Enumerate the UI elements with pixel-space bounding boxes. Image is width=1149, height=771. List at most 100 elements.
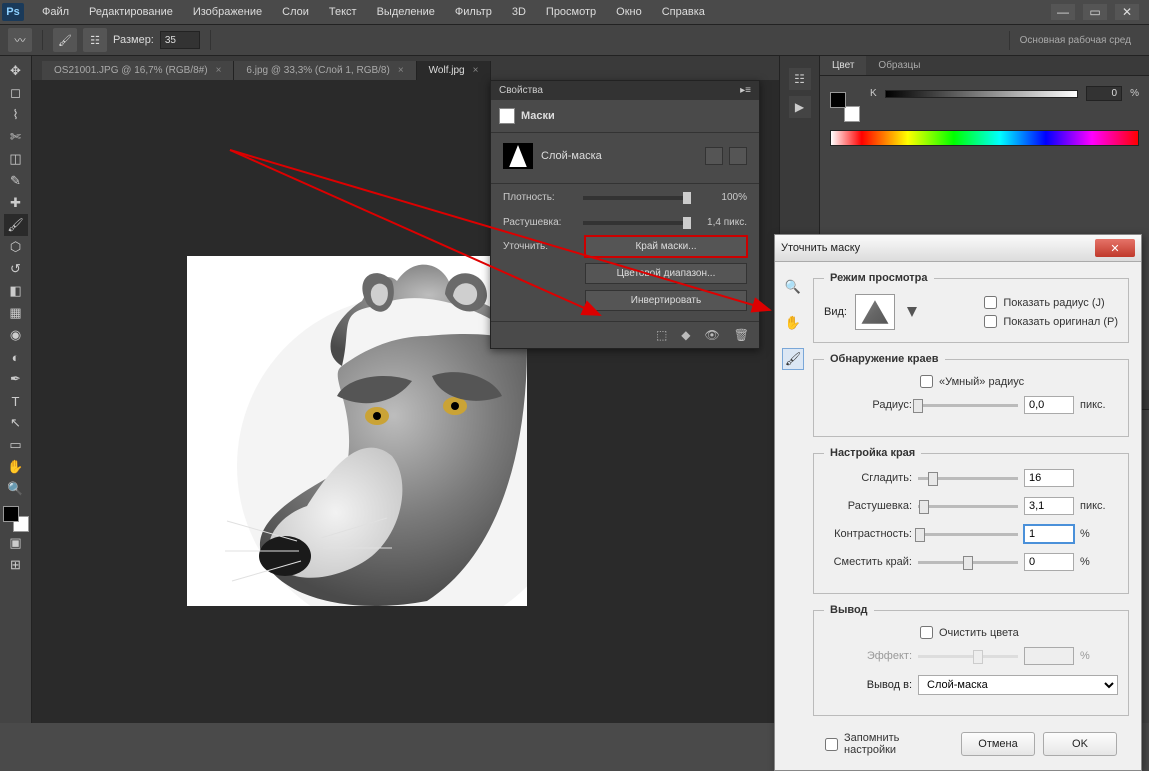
lasso-tool[interactable]: ⌇ [4, 104, 28, 126]
brush-tool[interactable]: 🖌 [4, 214, 28, 236]
output-select[interactable]: Слой-маска [918, 675, 1118, 695]
properties-header[interactable]: Свойства ▸≡ [491, 81, 759, 100]
panel-bg-swatch[interactable] [844, 106, 860, 122]
radius-slider[interactable] [918, 404, 1018, 407]
feather-slider[interactable] [583, 221, 687, 225]
canvas[interactable] [187, 256, 527, 606]
dodge-tool[interactable]: ◐ [4, 346, 28, 368]
menu-3d[interactable]: 3D [502, 2, 536, 22]
dialog-titlebar[interactable]: Уточнить маску ✕ [775, 235, 1141, 262]
feather-slider-dlg[interactable] [918, 505, 1018, 508]
radius-input[interactable] [1024, 396, 1074, 414]
show-original-check[interactable]: Показать оригинал (P) [984, 315, 1118, 328]
contrast-slider[interactable] [918, 533, 1018, 536]
panel-fg-swatch[interactable] [830, 92, 846, 108]
menu-help[interactable]: Справка [652, 2, 715, 22]
menu-filter[interactable]: Фильтр [445, 2, 502, 22]
tab-color[interactable]: Цвет [820, 56, 866, 75]
eraser-tool[interactable]: ◧ [4, 280, 28, 302]
close-tab-icon[interactable]: × [473, 65, 479, 76]
size-input[interactable] [160, 31, 200, 49]
delete-mask-icon[interactable]: 🗑 [734, 328, 749, 342]
properties-title: Свойства [499, 85, 543, 96]
disable-mask-icon[interactable]: 👁 [705, 328, 720, 342]
smart-radius-check[interactable]: «Умный» радиус [920, 375, 1118, 388]
remember-check[interactable]: Запомнить настройки [825, 732, 953, 756]
hand-tool[interactable]: ✋ [4, 456, 28, 478]
maximize-button[interactable]: ▭ [1083, 4, 1107, 20]
feather-input[interactable] [1024, 497, 1074, 515]
quickmask-toggle[interactable]: ▣ [4, 532, 28, 554]
menu-image[interactable]: Изображение [183, 2, 272, 22]
view-dropdown-icon[interactable] [907, 307, 917, 317]
view-thumb[interactable] [855, 294, 895, 330]
properties-menu-icon[interactable]: ▸≡ [740, 85, 751, 96]
minimize-button[interactable]: — [1051, 4, 1075, 20]
spectrum-bar[interactable] [830, 130, 1139, 146]
pixel-mask-icon[interactable] [705, 147, 723, 165]
healing-tool[interactable]: ✚ [4, 192, 28, 214]
menu-text[interactable]: Текст [319, 2, 367, 22]
menu-file[interactable]: Файл [32, 2, 79, 22]
screenmode-toggle[interactable]: ⊞ [4, 554, 28, 576]
density-slider[interactable] [583, 196, 687, 200]
brush-preset-icon[interactable]: 🖌 [53, 28, 77, 52]
invert-button[interactable]: Инвертировать [585, 290, 747, 311]
path-select-tool[interactable]: ↖ [4, 412, 28, 434]
vector-mask-icon[interactable] [729, 147, 747, 165]
decontaminate-check[interactable]: Очистить цвета [920, 626, 1118, 639]
doc-tab-2[interactable]: 6.jpg @ 33,3% (Слой 1, RGB/8)× [234, 61, 416, 80]
menu-view[interactable]: Просмотр [536, 2, 606, 22]
blur-tool[interactable]: ◉ [4, 324, 28, 346]
shift-slider[interactable] [918, 561, 1018, 564]
workspace-label[interactable]: Основная рабочая сред [1009, 31, 1141, 50]
refine-brush-icon[interactable]: 🖌 [782, 348, 804, 370]
cancel-button[interactable]: Отмена [961, 732, 1035, 756]
color-slider-track[interactable] [885, 90, 1078, 98]
eraser-preset-icon[interactable]: ☷ [83, 28, 107, 52]
smooth-input[interactable] [1024, 469, 1074, 487]
menu-layers[interactable]: Слои [272, 2, 319, 22]
tab-swatches[interactable]: Образцы [866, 56, 932, 75]
shape-tool[interactable]: ▭ [4, 434, 28, 456]
doc-tab-1[interactable]: OS21001.JPG @ 16,7% (RGB/8#)× [42, 61, 234, 80]
layer-mask-thumb[interactable] [503, 143, 533, 169]
color-range-button[interactable]: Цветовой диапазон... [585, 263, 747, 284]
color-swatches[interactable] [3, 506, 29, 532]
move-tool[interactable]: ✥ [4, 60, 28, 82]
brush-preview-icon[interactable]: 〰 [8, 28, 32, 52]
history-brush-tool[interactable]: ↺ [4, 258, 28, 280]
quick-select-tool[interactable]: ✄ [4, 126, 28, 148]
menu-select[interactable]: Выделение [367, 2, 445, 22]
shift-input[interactable] [1024, 553, 1074, 571]
foreground-swatch[interactable] [3, 506, 19, 522]
apply-mask-icon[interactable]: ◆ [681, 328, 690, 342]
contrast-input[interactable] [1024, 525, 1074, 543]
hand-tool-icon[interactable]: ✋ [782, 312, 804, 334]
type-tool[interactable]: T [4, 390, 28, 412]
pen-tool[interactable]: ✒ [4, 368, 28, 390]
smooth-slider[interactable] [918, 477, 1018, 480]
zoom-tool-icon[interactable]: 🔍 [782, 276, 804, 298]
zoom-tool[interactable]: 🔍 [4, 478, 28, 500]
ok-button[interactable]: OK [1043, 732, 1117, 756]
menu-edit[interactable]: Редактирование [79, 2, 183, 22]
close-button[interactable]: ✕ [1115, 4, 1139, 20]
stamp-tool[interactable]: ⬡ [4, 236, 28, 258]
color-value[interactable]: 0 [1086, 86, 1122, 101]
eyedropper-tool[interactable]: ✎ [4, 170, 28, 192]
actions-panel-icon[interactable]: ▶ [789, 96, 811, 118]
panel-swatches[interactable] [830, 92, 860, 122]
marquee-tool[interactable]: ◻ [4, 82, 28, 104]
dialog-close-button[interactable]: ✕ [1095, 239, 1135, 257]
menu-window[interactable]: Окно [606, 2, 652, 22]
doc-tab-3[interactable]: Wolf.jpg× [417, 61, 492, 80]
mask-edge-button[interactable]: Край маски... [585, 236, 747, 257]
show-radius-check[interactable]: Показать радиус (J) [984, 296, 1118, 309]
load-selection-icon[interactable]: ⬚ [656, 328, 667, 342]
crop-tool[interactable]: ◫ [4, 148, 28, 170]
history-panel-icon[interactable]: ☷ [789, 68, 811, 90]
close-tab-icon[interactable]: × [398, 65, 404, 76]
gradient-tool[interactable]: ▦ [4, 302, 28, 324]
close-tab-icon[interactable]: × [216, 65, 222, 76]
